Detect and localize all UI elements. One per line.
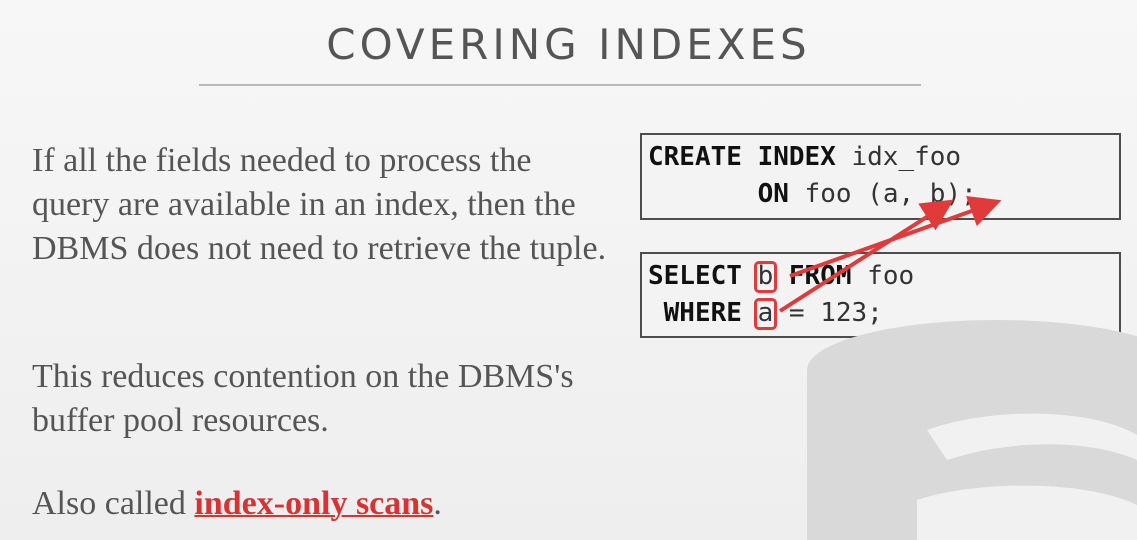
also-called-suffix: . [433, 485, 442, 522]
paragraph-covering-definition: If all the fields needed to process the … [32, 142, 607, 267]
paragraph-contention: This reduces contention on the DBMS's bu… [32, 358, 574, 439]
where-indent [648, 298, 664, 328]
from-table: foo [851, 261, 915, 291]
on-indent [648, 179, 758, 209]
slide-title: COVERING INDEXES [326, 20, 811, 69]
title-divider [199, 84, 921, 86]
select-line: SELECT b FROM foo [648, 258, 1119, 295]
on-table: foo ( [788, 179, 883, 209]
index-column-a: a [882, 179, 899, 209]
on-clause-end: ); [945, 179, 977, 209]
select-column-b-highlight: b [757, 261, 774, 291]
paragraph-also-called: Also called index-only scans. [32, 482, 612, 526]
create-index-keyword: CREATE INDEX [648, 142, 836, 172]
index-name: idx_foo [835, 142, 962, 172]
index-column-b: b [929, 179, 946, 209]
also-called-prefix: Also called [32, 485, 195, 522]
from-keyword: FROM [788, 261, 852, 291]
on-clause-line: ON foo (a, b); [648, 176, 1119, 213]
create-index-line: CREATE INDEX idx_foo [648, 139, 1119, 176]
on-keyword: ON [757, 179, 789, 209]
database-icon [807, 320, 1137, 540]
select-keyword: SELECT [648, 261, 742, 291]
index-only-scans-term: index-only scans [194, 485, 434, 522]
index-column-separator: , [898, 179, 930, 209]
where-keyword: WHERE [663, 298, 742, 328]
create-index-code-box: CREATE INDEX idx_foo ON foo (a, b); [640, 133, 1121, 220]
where-column-a-highlight: a [757, 298, 774, 328]
